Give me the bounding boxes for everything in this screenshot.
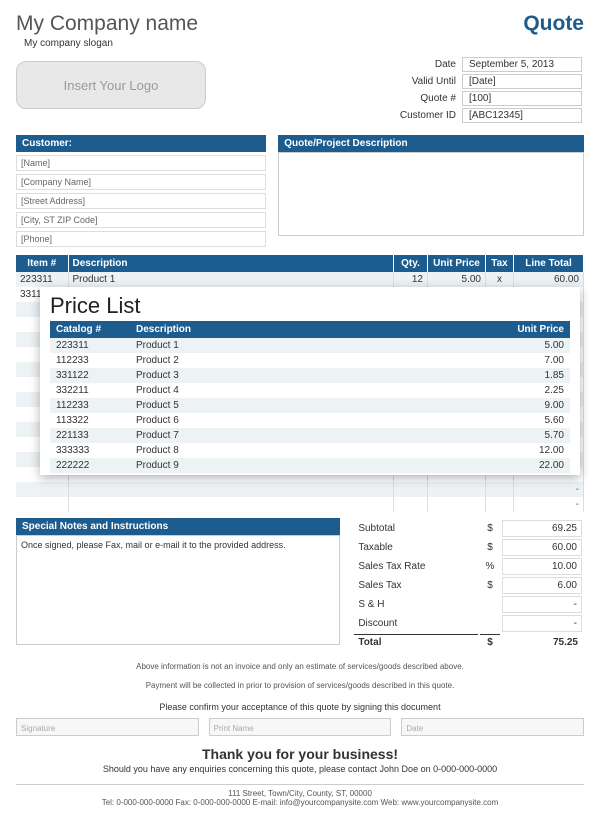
- table-row: -: [16, 482, 584, 497]
- company-slogan: My company slogan: [24, 38, 198, 49]
- list-item: 113322Product 65.60: [50, 413, 570, 428]
- desc-header: Quote/Project Description: [278, 135, 584, 152]
- list-item: 332211Product 42.25: [50, 383, 570, 398]
- col-total: Line Total: [514, 255, 584, 272]
- items-wrap: Item # Description Qty. Unit Price Tax L…: [16, 255, 584, 512]
- rate-value[interactable]: 10.00: [502, 558, 582, 575]
- enquiries-text: Should you have any enquiries concerning…: [16, 764, 584, 774]
- printname-field[interactable]: Print Name: [209, 718, 392, 736]
- col-price: Unit Price: [428, 255, 486, 272]
- sh-label: S & H: [354, 596, 478, 613]
- customer-city[interactable]: [City, ST ZIP Code]: [16, 212, 266, 228]
- list-item: 112233Product 59.00: [50, 398, 570, 413]
- tax-label: Sales Tax: [354, 577, 478, 594]
- footer-addr: 111 Street, Town/City, County, ST, 00000: [16, 789, 584, 798]
- cid-value[interactable]: [ABC12345]: [462, 108, 582, 123]
- sh-value[interactable]: -: [502, 596, 582, 613]
- date-value[interactable]: September 5, 2013: [462, 57, 582, 72]
- cid-label: Customer ID: [396, 108, 460, 123]
- qnum-label: Quote #: [396, 91, 460, 106]
- disclaimer-2: Payment will be collected in prior to pr…: [16, 681, 584, 690]
- col-item: Item #: [16, 255, 68, 272]
- list-item: 112233Product 27.00: [50, 353, 570, 368]
- company-name: My Company name: [16, 12, 198, 36]
- bottom-row: Special Notes and Instructions Once sign…: [16, 518, 584, 652]
- taxable-label: Taxable: [354, 539, 478, 556]
- quote-title: Quote: [523, 12, 584, 36]
- footer: 111 Street, Town/City, County, ST, 00000…: [16, 784, 584, 807]
- rate-label: Sales Tax Rate: [354, 558, 478, 575]
- table-row: -: [16, 497, 584, 512]
- customer-name[interactable]: [Name]: [16, 155, 266, 171]
- customer-company[interactable]: [Company Name]: [16, 174, 266, 190]
- meta-table: DateSeptember 5, 2013 Valid Until[Date] …: [394, 55, 584, 125]
- signature-row: Signature Print Name Date: [16, 718, 584, 736]
- notes-header: Special Notes and Instructions: [16, 518, 340, 535]
- discount-value[interactable]: -: [502, 615, 582, 632]
- signature-field[interactable]: Signature: [16, 718, 199, 736]
- subtotal-value: 69.25: [502, 520, 582, 537]
- thanks-text: Thank you for your business!: [16, 746, 584, 762]
- list-item: 223311Product 15.00: [50, 338, 570, 353]
- col-qty: Qty.: [394, 255, 428, 272]
- valid-value[interactable]: [Date]: [462, 74, 582, 89]
- customer-street[interactable]: [Street Address]: [16, 193, 266, 209]
- footer-contact: Tel: 0-000-000-0000 Fax: 0-000-000-0000 …: [16, 798, 584, 807]
- pl-col-price: Unit Price: [490, 321, 570, 338]
- total-value: 75.25: [502, 634, 582, 650]
- customer-header: Customer:: [16, 135, 266, 152]
- customer-fields: [Name] [Company Name] [Street Address] […: [16, 155, 266, 247]
- desc-box[interactable]: [278, 152, 584, 236]
- list-item: 221133Product 75.70: [50, 428, 570, 443]
- price-list-table: Catalog # Description Unit Price 223311P…: [50, 321, 570, 473]
- pl-col-cat: Catalog #: [50, 321, 130, 338]
- col-tax: Tax: [486, 255, 514, 272]
- valid-label: Valid Until: [396, 74, 460, 89]
- notes-box[interactable]: Once signed, please Fax, mail or e-mail …: [16, 535, 340, 645]
- list-item: 333333Product 812.00: [50, 443, 570, 458]
- customer-desc-row: Customer: [Name] [Company Name] [Street …: [16, 135, 584, 247]
- totals-table: Subtotal$69.25 Taxable$60.00 Sales Tax R…: [352, 518, 584, 652]
- price-list-title: Price List: [50, 293, 570, 319]
- discount-label: Discount: [354, 615, 478, 632]
- taxable-value: 60.00: [502, 539, 582, 556]
- subtotal-label: Subtotal: [354, 520, 478, 537]
- col-desc: Description: [68, 255, 394, 272]
- tax-value: 6.00: [502, 577, 582, 594]
- table-row: 223311Product 1125.00x60.00: [16, 272, 584, 287]
- date-label: Date: [396, 57, 460, 72]
- sigdate-field[interactable]: Date: [401, 718, 584, 736]
- meta-row: Insert Your Logo DateSeptember 5, 2013 V…: [16, 55, 584, 125]
- disclaimer-1: Above information is not an invoice and …: [16, 662, 584, 671]
- list-item: 331122Product 31.85: [50, 368, 570, 383]
- header: My Company name My company slogan Quote: [16, 12, 584, 49]
- total-label: Total: [354, 634, 478, 650]
- pl-col-desc: Description: [130, 321, 490, 338]
- customer-phone[interactable]: [Phone]: [16, 231, 266, 247]
- list-item: 222222Product 922.00: [50, 458, 570, 473]
- price-list-overlay: Price List Catalog # Description Unit Pr…: [40, 287, 580, 475]
- confirm-text: Please confirm your acceptance of this q…: [16, 702, 584, 712]
- qnum-value[interactable]: [100]: [462, 91, 582, 106]
- logo-placeholder[interactable]: Insert Your Logo: [16, 61, 206, 109]
